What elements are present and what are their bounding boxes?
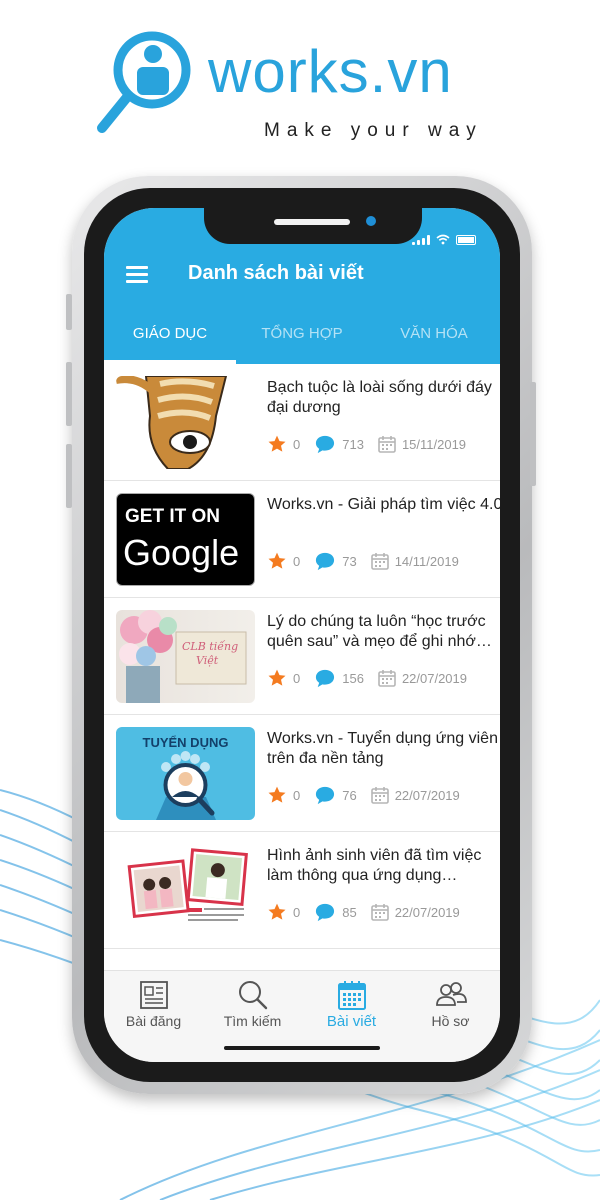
- list-item[interactable]: TUYỂN DỤNG Works.vn - Tuyển dụng ứng viê…: [104, 715, 500, 832]
- wifi-icon: [436, 234, 450, 245]
- phone-notch: [204, 208, 422, 244]
- speaker-grille: [274, 219, 350, 225]
- phone-volume-down: [66, 444, 72, 508]
- thumb-get-it-on: GET IT ON: [125, 506, 220, 527]
- list-item[interactable]: Hình ảnh sinh viên đã tìm việc làm thông…: [104, 832, 500, 949]
- home-indicator[interactable]: [224, 1046, 380, 1050]
- post-title: Hình ảnh sinh viên đã tìm việc làm thông…: [267, 847, 482, 884]
- post-date: 22/07/2019: [394, 787, 460, 803]
- nav-bai-viet-label: Bài viết: [326, 1013, 377, 1030]
- nav-ho-so-label: Hồ sơ: [431, 1013, 470, 1029]
- post-thumbnail: [116, 376, 255, 469]
- nav-bai-dang[interactable]: Bài đăng: [104, 971, 203, 1062]
- star-count: 0: [293, 553, 301, 569]
- calendar-icon: [370, 904, 389, 921]
- thumb-viet: Việt: [196, 654, 219, 667]
- star-icon[interactable]: [267, 668, 287, 688]
- star-icon[interactable]: [267, 785, 287, 805]
- star-icon[interactable]: [267, 551, 287, 571]
- page-title: Danh sách bài viết: [188, 262, 364, 284]
- newspaper-icon: [139, 981, 168, 1009]
- post-date: 15/11/2019: [401, 436, 467, 452]
- comment-count: 713: [342, 436, 364, 452]
- status-bar: [412, 234, 476, 245]
- list-item[interactable]: GET IT ON Google Works.vn - Giải pháp tì…: [104, 481, 500, 598]
- calendar-icon: [378, 436, 396, 453]
- post-date: 14/11/2019: [394, 553, 459, 569]
- list-item-partial[interactable]: [104, 949, 500, 972]
- magnifier-person-icon: [97, 31, 191, 133]
- comment-icon[interactable]: [314, 551, 336, 571]
- tab-tong-hop[interactable]: TỔNG HỢP: [236, 308, 368, 364]
- post-meta: 0 76 22/07/2019: [267, 785, 460, 805]
- phone-frame: Danh sách bài viết GIÁO DỤC TỔNG HỢP VĂN…: [66, 176, 536, 1094]
- post-meta: 0 85 22/07/2019: [267, 902, 460, 922]
- post-meta: 0 156 22/07/2019: [267, 668, 467, 688]
- phone-mute-switch: [66, 294, 72, 330]
- post-title: Works.vn - Giải pháp tìm việc 4.0: [267, 496, 500, 513]
- comment-count: 85: [342, 904, 357, 920]
- thumb-google: Google: [123, 532, 240, 573]
- star-count: 0: [293, 670, 301, 686]
- comment-icon[interactable]: [314, 434, 336, 454]
- brand-name: works.vn: [208, 38, 453, 105]
- tab-giao-duc[interactable]: GIÁO DỤC: [104, 308, 236, 364]
- calendar-icon: [370, 787, 389, 804]
- list-item[interactable]: Bạch tuộc là loài sống dưới đáy đại dươn…: [104, 364, 500, 481]
- nav-ho-so[interactable]: Hồ sơ: [401, 971, 500, 1062]
- battery-icon: [456, 234, 476, 245]
- hamburger-menu-icon[interactable]: [126, 266, 148, 283]
- comment-count: 156: [342, 670, 364, 686]
- category-tabs: GIÁO DỤC TỔNG HỢP VĂN HÓA: [104, 308, 500, 364]
- thumb-clb: CLB tiếng: [182, 640, 239, 653]
- post-thumbnail: GET IT ON Google: [116, 493, 255, 586]
- star-count: 0: [293, 436, 301, 452]
- post-meta: 0 73 14/11/2019: [267, 551, 459, 571]
- phone-power-button: [530, 382, 536, 486]
- comment-icon[interactable]: [314, 668, 336, 688]
- star-icon[interactable]: [267, 902, 287, 922]
- post-date: 22/07/2019: [394, 904, 460, 920]
- comment-icon[interactable]: [314, 902, 336, 922]
- calendar-icon: [378, 670, 396, 687]
- app-screen: Danh sách bài viết GIÁO DỤC TỔNG HỢP VĂN…: [104, 208, 500, 1062]
- post-thumbnail: [116, 844, 255, 937]
- post-title: Bạch tuộc là loài sống dưới đáy đại dươn…: [267, 379, 492, 416]
- phone-volume-up: [66, 362, 72, 426]
- comment-count: 76: [342, 787, 357, 803]
- list-item[interactable]: CLB tiếng Việt Lý do chúng ta luôn “học …: [104, 598, 500, 715]
- post-date: 22/07/2019: [401, 670, 468, 686]
- tab-van-hoa[interactable]: VĂN HÓA: [368, 308, 500, 364]
- post-meta: 0 713 15/11/2019: [267, 434, 466, 454]
- profile-icon: [435, 982, 467, 1006]
- comment-count: 73: [342, 553, 357, 569]
- star-count: 0: [293, 787, 301, 803]
- calendar-icon: [337, 981, 366, 1010]
- calendar-icon: [370, 553, 389, 570]
- search-icon: [238, 981, 267, 1010]
- comment-icon[interactable]: [314, 785, 336, 805]
- brand-logo: works.vn Make your way: [96, 24, 516, 144]
- nav-bai-dang-label: Bài đăng: [125, 1013, 182, 1029]
- nav-tim-kiem-label: Tìm kiếm: [223, 1013, 282, 1029]
- post-title: Lý do chúng ta luôn “học trước quên sau”…: [267, 613, 486, 650]
- star-icon[interactable]: [267, 434, 287, 454]
- post-thumbnail: TUYỂN DỤNG: [116, 727, 255, 820]
- front-camera: [366, 216, 376, 226]
- post-thumbnail: CLB tiếng Việt: [116, 610, 255, 703]
- star-count: 0: [293, 904, 301, 920]
- post-title: Works.vn - Tuyển dụng ứng viên trên đa n…: [267, 730, 498, 767]
- brand-tagline: Make your way: [264, 120, 483, 141]
- post-list: Bạch tuộc là loài sống dưới đáy đại dươn…: [104, 364, 500, 972]
